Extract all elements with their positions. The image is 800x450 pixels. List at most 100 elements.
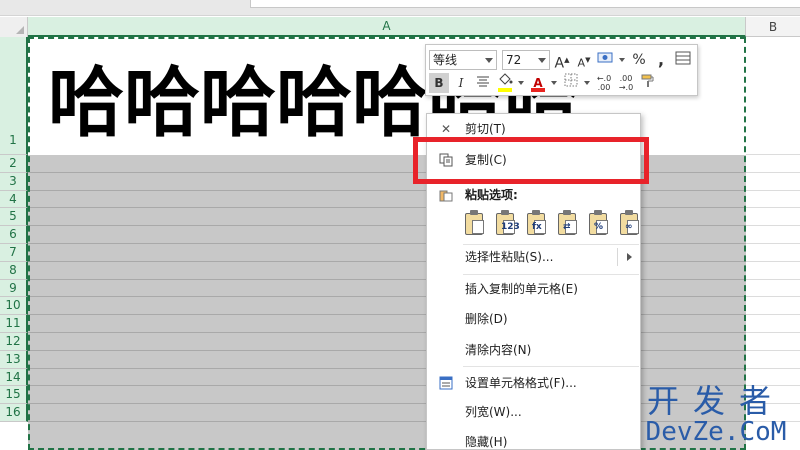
borders-button[interactable] (561, 73, 581, 93)
decrease-decimal-button[interactable]: .00 →.0 (616, 73, 636, 93)
context-menu: ✕ 剪切(T) 复制(C) 粘贴选项: 123 fx ⇄% ∞ 选择性粘贴(S)...… (426, 113, 641, 450)
font-size-select[interactable]: 72 (502, 50, 550, 70)
align-center-icon (477, 76, 489, 87)
grid-line (746, 154, 800, 155)
row-header-2[interactable]: 2 (0, 155, 28, 173)
menu-item-hide[interactable]: 隐藏(H) (427, 430, 640, 450)
scissors-icon: ✕ (440, 122, 452, 136)
borders-dropdown[interactable] (583, 73, 592, 93)
menu-separator (463, 366, 639, 367)
menu-item-paste-special[interactable]: 选择性粘贴(S)... (427, 245, 640, 269)
borders-icon (564, 73, 578, 87)
menu-item-label: 设置单元格格式(F)... (465, 376, 577, 390)
increase-decimal-button[interactable]: ←.0.00 (594, 73, 614, 93)
font-color-button[interactable]: A (528, 73, 548, 93)
grid-line (746, 171, 800, 173)
paste-option-tag: % (594, 222, 604, 232)
currency-icon (597, 52, 613, 63)
row-header-8[interactable]: 8 (0, 261, 28, 280)
grid-line (746, 189, 800, 191)
paste-formulas-icon[interactable]: fx (525, 210, 549, 238)
font-color-swatch (531, 88, 545, 92)
row-header-3[interactable]: 3 (0, 172, 28, 191)
font-name-select[interactable]: 等线 (429, 50, 497, 70)
grid-line (746, 349, 800, 351)
chevron-down-icon (538, 58, 546, 63)
chevron-right-icon (627, 253, 632, 261)
paste-icon (439, 188, 453, 202)
merge-center-button[interactable] (673, 50, 693, 70)
row-header-4[interactable]: 4 (0, 190, 28, 209)
decrease-decimal-icon: .00 →.0 (618, 74, 634, 92)
watermark-line1: 开发者 (646, 382, 785, 420)
row-header-11[interactable]: 11 (0, 315, 28, 333)
row-header-7[interactable]: 7 (0, 244, 28, 262)
bold-button[interactable]: B (429, 73, 449, 93)
format-painter-button[interactable] (638, 73, 658, 93)
comma-style-button[interactable]: , (651, 50, 671, 70)
menu-item-cut[interactable]: ✕ 剪切(T) (427, 117, 640, 141)
clipboard-icon (465, 210, 484, 235)
align-center-button[interactable] (473, 73, 493, 93)
menu-item-format-cells[interactable]: 设置单元格格式(F)... (427, 371, 640, 395)
grow-font-icon: A (554, 55, 565, 72)
grid-line (746, 296, 800, 298)
shrink-font-icon: A (577, 56, 586, 70)
select-all-corner[interactable] (0, 17, 28, 37)
fill-color-dropdown[interactable] (517, 73, 526, 93)
paste-option-tag: 123 (501, 222, 520, 232)
menu-separator (463, 274, 639, 275)
column-header-a[interactable]: A (28, 17, 746, 37)
row-header-9[interactable]: 9 (0, 279, 28, 298)
paste-link-icon[interactable]: ∞ (618, 210, 642, 238)
paste-formatting-icon[interactable]: % (587, 210, 611, 238)
row-header-6[interactable]: 6 (0, 226, 28, 244)
menu-item-paste-options: 粘贴选项: (427, 183, 640, 207)
accounting-format-button[interactable] (596, 50, 616, 70)
watermark-line2: DevZe.CoM (645, 417, 787, 447)
accounting-format-dropdown[interactable] (618, 50, 627, 70)
paste-icon[interactable] (463, 210, 487, 238)
menu-item-label: 复制(C) (465, 153, 507, 167)
formula-bar-strip (0, 0, 800, 16)
italic-button[interactable]: I (451, 73, 471, 93)
row-header-14[interactable]: 14 (0, 368, 28, 387)
grid-line (746, 332, 800, 333)
menu-item-insert-copied-cells[interactable]: 插入复制的单元格(E) (427, 277, 640, 301)
row-header-10[interactable]: 10 (0, 297, 28, 316)
menu-item-column-width[interactable]: 列宽(W)... (427, 400, 640, 424)
grid-line (746, 367, 800, 369)
paint-bucket-icon (499, 73, 513, 85)
menu-item-copy[interactable]: 复制(C) (427, 148, 640, 172)
formula-bar[interactable] (250, 0, 800, 8)
font-name-value: 等线 (433, 53, 458, 67)
column-header-row: A B (0, 17, 800, 37)
increase-decimal-icon: ←.0.00 (596, 74, 612, 92)
menu-item-label: 插入复制的单元格(E) (465, 282, 578, 296)
row-header-16[interactable]: 16 (0, 404, 28, 422)
row-header-5[interactable]: 5 (0, 208, 28, 227)
row-header-15[interactable]: 15 (0, 386, 28, 405)
paste-option-tag: ⇄ (563, 222, 571, 232)
row-header-13[interactable]: 13 (0, 350, 28, 369)
grid-line (746, 278, 800, 280)
percent-style-button[interactable]: % (629, 50, 649, 70)
font-size-value: 72 (506, 53, 522, 67)
column-header-b[interactable]: B (746, 17, 800, 37)
mini-toolbar: 等线 72 A▲ A▼ % , B I A ←.0 .00 .00 →.0 (425, 44, 698, 96)
menu-item-clear-contents[interactable]: 清除内容(N) (427, 338, 640, 362)
paste-transpose-icon[interactable]: ⇄ (556, 210, 580, 238)
grid-line (746, 260, 800, 262)
menu-item-delete[interactable]: 删除(D) (427, 307, 640, 331)
font-color-dropdown[interactable] (550, 73, 559, 93)
shrink-font-button[interactable]: A▼ (574, 50, 594, 70)
row-header-1[interactable]: 1 (0, 37, 28, 155)
submenu-divider (617, 248, 618, 266)
paste-values-icon[interactable]: 123 (494, 210, 520, 238)
row-header-12[interactable]: 12 (0, 333, 28, 351)
grow-font-button[interactable]: A▲ (552, 50, 572, 72)
merge-center-icon (675, 51, 691, 65)
fill-color-button[interactable] (495, 73, 515, 93)
menu-item-label: 列宽(W)... (465, 405, 522, 419)
menu-item-label: 清除内容(N) (465, 343, 532, 357)
